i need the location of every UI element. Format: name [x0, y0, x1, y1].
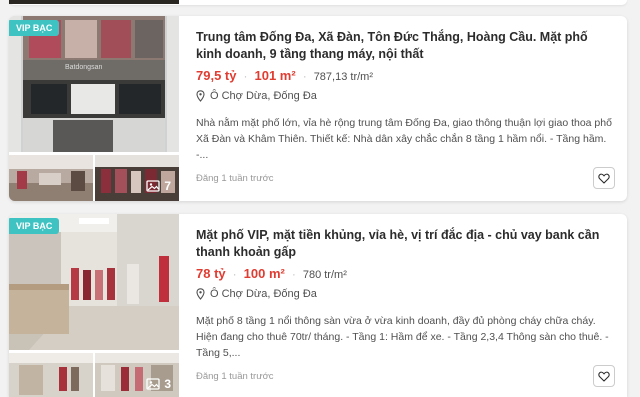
- listing-card[interactable]: Batdongsan VIP BẠC 7 Trung tâm Đống Đa, …: [9, 16, 627, 201]
- listing-title[interactable]: Trung tâm Đống Đa, Xã Đàn, Tôn Đức Thắng…: [196, 29, 616, 63]
- photo-count: 7: [146, 179, 171, 193]
- listing-thumb[interactable]: 7: [95, 155, 179, 201]
- heart-icon: [598, 371, 610, 382]
- listing-thumb[interactable]: [9, 155, 93, 201]
- listing-thumb[interactable]: [9, 353, 93, 397]
- listing-price: 78 tỷ: [196, 266, 226, 281]
- listing-location: Ô Chợ Dừa, Đống Đa: [196, 90, 317, 102]
- previous-listing-card-edge: [9, 0, 627, 5]
- map-pin-icon: [196, 90, 205, 102]
- listing-price-per-m2: 787,13 tr/m²: [313, 71, 373, 83]
- listing-description: Nhà nằm mặt phố lớn, vỉa hè rộng trung t…: [196, 117, 612, 161]
- listing-posted-time: Đăng 1 tuần trước: [196, 371, 274, 382]
- listing-photos[interactable]: VIP BẠC 3: [9, 214, 179, 397]
- listing-title[interactable]: Mặt phố VIP, mặt tiền khủng, vỉa hè, vị …: [196, 227, 616, 261]
- listing-card[interactable]: VIP BẠC 3 Mặt phố VIP, mặt tiền khủng, v…: [9, 214, 627, 397]
- separator-dot: ·: [232, 267, 237, 281]
- listing-price-row: 78 tỷ · 100 m² · 780 tr/m²: [196, 266, 347, 281]
- listing-price-row: 79,5 tỷ · 101 m² · 787,13 tr/m²: [196, 68, 373, 83]
- watermark: Batdongsan: [65, 64, 102, 71]
- listing-location: Ô Chợ Dừa, Đống Đa: [196, 288, 317, 300]
- photo-count-value: 7: [164, 179, 171, 193]
- listing-area: 101 m²: [254, 68, 296, 83]
- separator-dot: ·: [302, 69, 307, 83]
- listing-location-text: Ô Chợ Dừa, Đống Đa: [210, 288, 317, 300]
- listing-location-text: Ô Chợ Dừa, Đống Đa: [210, 90, 317, 102]
- listing-description: Mặt phố 8 tầng 1 nổi thông sàn vừa ở vừa…: [196, 315, 609, 359]
- listing-posted-time: Đăng 1 tuần trước: [196, 173, 274, 184]
- image-icon: [146, 378, 160, 390]
- vip-badge: VIP BẠC: [9, 20, 60, 36]
- listing-price-per-m2: 780 tr/m²: [302, 269, 347, 281]
- map-pin-icon: [196, 288, 205, 300]
- save-listing-button[interactable]: [593, 167, 615, 189]
- photo-count-value: 3: [164, 377, 171, 391]
- separator-dot: ·: [243, 69, 248, 83]
- listing-area: 100 m²: [243, 266, 285, 281]
- save-listing-button[interactable]: [593, 365, 615, 387]
- separator-dot: ·: [291, 267, 296, 281]
- vip-badge: VIP BẠC: [9, 218, 60, 234]
- photo-count: 3: [146, 377, 171, 391]
- listing-thumb[interactable]: 3: [95, 353, 179, 397]
- listing-price: 79,5 tỷ: [196, 68, 237, 83]
- listing-photos[interactable]: Batdongsan VIP BẠC 7: [9, 16, 179, 201]
- image-icon: [146, 180, 160, 192]
- heart-icon: [598, 173, 610, 184]
- listing-main-photo[interactable]: VIP BẠC: [9, 214, 179, 350]
- listing-main-photo[interactable]: Batdongsan VIP BẠC: [9, 16, 179, 152]
